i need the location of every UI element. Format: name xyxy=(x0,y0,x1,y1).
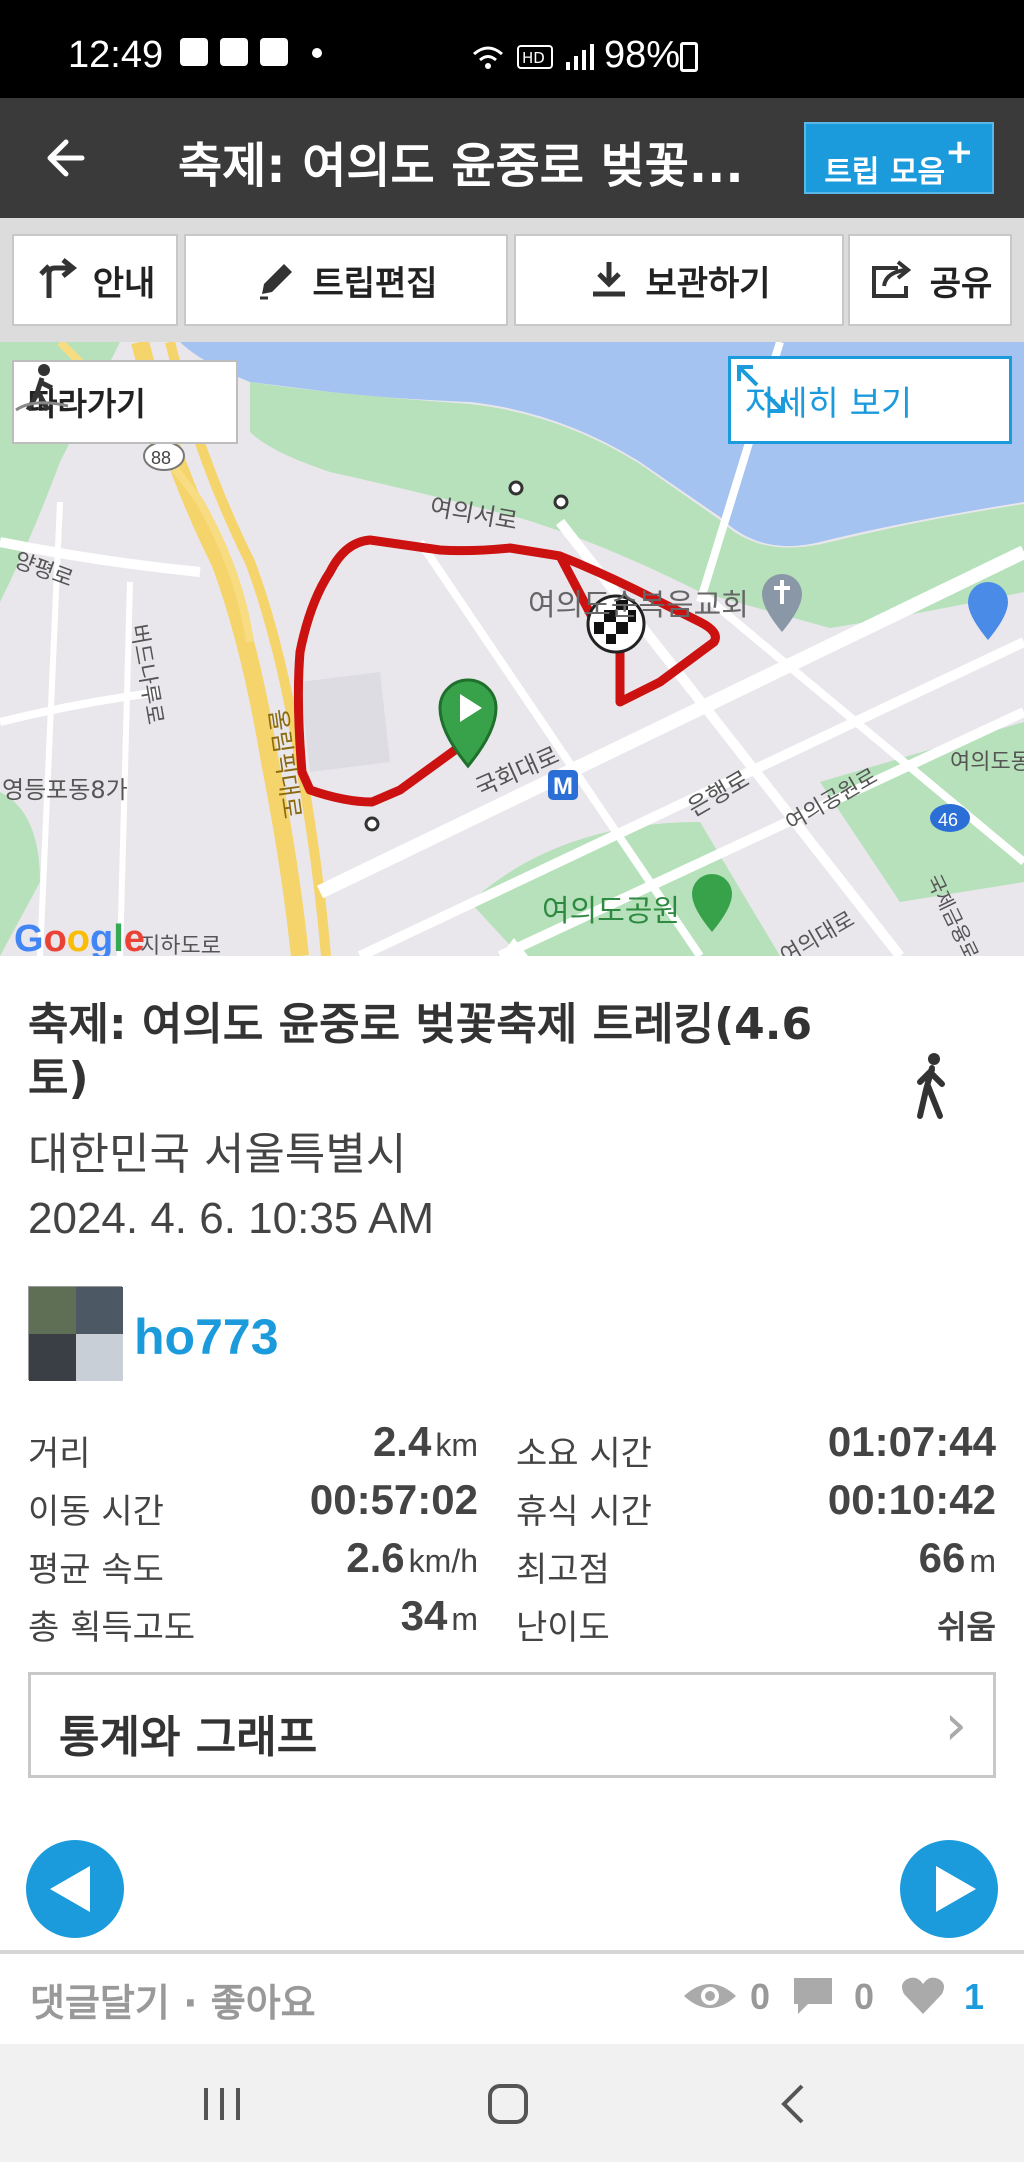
avg-speed-label: 평균 속도 xyxy=(28,1550,164,1590)
trip-datetime: 2024. 4. 6. 10:35 AM xyxy=(28,1194,435,1243)
distance-value: 2.4 km xyxy=(372,1418,478,1465)
stat-row: 거리 2.4 km 소요 시간 01:07:44 xyxy=(0,1416,1024,1474)
guide-button[interactable]: 안내 xyxy=(12,234,178,326)
status-time: 12:49 xyxy=(68,34,164,76)
rest-time-label: 휴식 시간 xyxy=(516,1492,652,1532)
play-left-icon xyxy=(50,1866,90,1912)
heart-icon[interactable] xyxy=(900,1974,946,2016)
edit-trip-label: 트립편집 xyxy=(312,263,438,304)
follow-button[interactable]: 따라가기 xyxy=(12,360,238,444)
eye-icon xyxy=(684,1984,736,2008)
stats-graph-button[interactable]: 통계와 그래프 › xyxy=(28,1672,996,1778)
app-notification-icon xyxy=(220,38,248,66)
svg-text:46: 46 xyxy=(938,810,958,830)
moving-time-value: 00:57:02 xyxy=(309,1476,478,1523)
stat-row: 총 획득고도 34 m 난이도 쉬움 xyxy=(0,1590,1024,1648)
max-altitude-label: 최고점 xyxy=(516,1550,610,1590)
share-icon xyxy=(871,260,911,298)
stats-graph-label: 통계와 그래프 xyxy=(59,1712,318,1763)
trip-location: 대한민국 서울특별시 xyxy=(28,1129,407,1180)
notification-icons xyxy=(180,38,322,66)
app-bar: 축제: 여의도 윤중로 벚꽃... 트립 모음+ xyxy=(0,98,1024,218)
comment-icon[interactable] xyxy=(790,1974,836,2018)
battery-icon xyxy=(680,42,698,72)
home-icon[interactable] xyxy=(486,2082,530,2126)
expand-icon xyxy=(737,365,785,413)
edit-trip-button[interactable]: 트립편집 xyxy=(184,234,508,326)
system-nav-bar xyxy=(0,2044,1024,2162)
difficulty-value: 쉬움 xyxy=(937,1608,996,1646)
route-map[interactable]: M 88 46 따라가기 자세히 보기 여의서로 여의도순복음교회 국회대로 은… xyxy=(0,342,1024,956)
hiker-icon xyxy=(15,364,69,412)
elevation-gain-label: 총 획득고도 xyxy=(28,1608,196,1648)
difficulty-label: 난이도 xyxy=(516,1608,610,1648)
pencil-icon xyxy=(260,264,293,300)
guide-label: 안내 xyxy=(92,263,156,304)
walking-icon xyxy=(917,1053,945,1119)
download-icon xyxy=(593,262,626,297)
play-right-icon xyxy=(936,1866,976,1912)
plus-icon: + xyxy=(945,132,974,172)
svg-text:M: M xyxy=(553,773,573,800)
trip-collection-button[interactable]: 트립 모음+ xyxy=(804,122,994,194)
turn-arrow-icon xyxy=(38,258,77,298)
back-button[interactable] xyxy=(40,128,100,188)
stat-row: 평균 속도 2.6 km/h 최고점 66 m xyxy=(0,1532,1024,1590)
previous-trip-button[interactable] xyxy=(26,1840,124,1938)
social-bar: 댓글달기 · 좋아요 0 0 1 xyxy=(0,1954,1024,2044)
share-button[interactable]: 공유 xyxy=(848,234,1012,326)
action-toolbar: 안내 트립편집 보관하기 공유 xyxy=(0,218,1024,342)
map-label-road: 지하도로 xyxy=(140,934,221,956)
comment-count: 0 xyxy=(854,1976,875,2017)
like-count: 1 xyxy=(964,1976,985,2017)
svg-text:HD: HD xyxy=(522,49,545,67)
avatar[interactable] xyxy=(28,1286,123,1381)
stat-row: 이동 시간 00:57:02 휴식 시간 00:10:42 xyxy=(0,1474,1024,1532)
gallery-icon xyxy=(180,38,208,66)
username-link[interactable]: ho773 xyxy=(134,1308,279,1366)
signal-icons: HD xyxy=(473,44,594,70)
svg-text:88: 88 xyxy=(151,448,171,468)
recent-apps-icon[interactable] xyxy=(200,2084,244,2124)
message-icon xyxy=(260,38,288,66)
map-label-district: 영등포동8가 xyxy=(2,776,128,804)
back-nav-icon[interactable] xyxy=(774,2082,814,2126)
map-label-park: 여의도공원 xyxy=(542,894,680,929)
view-details-button[interactable]: 자세히 보기 xyxy=(728,356,1012,444)
chevron-right-icon: › xyxy=(944,1693,967,1758)
map-label-church: 여의도순복음교회 xyxy=(528,588,749,623)
arrow-left-icon xyxy=(47,139,85,177)
save-label: 보관하기 xyxy=(645,263,771,304)
save-button[interactable]: 보관하기 xyxy=(514,234,844,326)
next-trip-button[interactable] xyxy=(900,1840,998,1938)
duration-value: 01:07:44 xyxy=(827,1418,996,1465)
comment-like-link[interactable]: 댓글달기 · 좋아요 xyxy=(30,1972,316,2027)
duration-label: 소요 시간 xyxy=(516,1434,652,1474)
share-label: 공유 xyxy=(929,263,993,304)
distance-label: 거리 xyxy=(28,1434,91,1474)
map-label-district: 여의도동 xyxy=(950,750,1024,775)
more-notifications-icon xyxy=(312,48,322,58)
battery-percent: 98% xyxy=(604,34,681,76)
max-altitude-value: 66 m xyxy=(918,1534,996,1581)
google-logo: Google xyxy=(14,918,145,956)
trip-title: 축제: 여의도 윤중로 벚꽃축제 트레킹(4.6 토) xyxy=(28,999,813,1104)
view-count: 0 xyxy=(750,1976,771,2017)
avg-speed-value: 2.6 km/h xyxy=(346,1534,478,1581)
rest-time-value: 00:10:42 xyxy=(827,1476,996,1523)
moving-time-label: 이동 시간 xyxy=(28,1492,164,1532)
elevation-gain-value: 34 m xyxy=(400,1592,478,1639)
page-title: 축제: 여의도 윤중로 벚꽃... xyxy=(178,138,744,194)
trip-collection-label: 트립 모음 xyxy=(824,155,946,190)
status-bar: 12:49 HD 98% xyxy=(0,0,1024,98)
